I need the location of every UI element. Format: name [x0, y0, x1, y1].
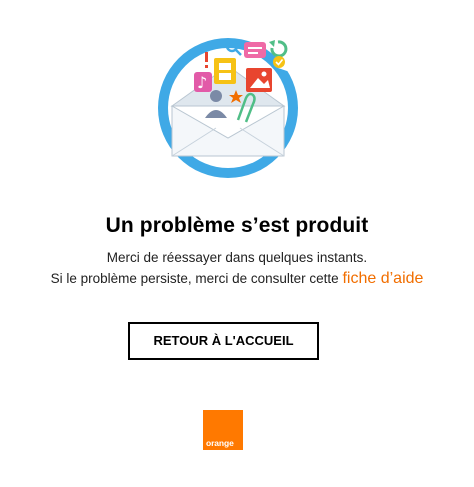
- error-page: ♪ Un problème s’est produit Merci de rée…: [0, 0, 474, 487]
- error-message-help: Si le problème persiste, merci de consul…: [0, 270, 474, 288]
- film-icon: [214, 58, 236, 84]
- chat-bubble-icon: [244, 42, 266, 58]
- back-to-home-button[interactable]: RETOUR À L'ACCUEIL: [128, 322, 319, 360]
- orange-logo[interactable]: orange: [203, 410, 243, 450]
- svg-text:♪: ♪: [197, 73, 207, 92]
- music-note-icon: ♪: [194, 72, 212, 92]
- error-title: Un problème s’est produit: [105, 214, 369, 237]
- image-icon: [246, 68, 272, 92]
- orange-logo-text: orange: [206, 438, 234, 448]
- check-badge-icon: [273, 56, 285, 68]
- help-sheet-link[interactable]: fiche d’aide: [342, 270, 423, 287]
- error-message-retry: Merci de réessayer dans quelques instant…: [106, 250, 368, 265]
- exclamation-icon: [205, 52, 208, 68]
- envelope-illustration-icon: ♪: [158, 38, 302, 178]
- error-message-help-text: Si le problème persiste, merci de consul…: [50, 271, 339, 286]
